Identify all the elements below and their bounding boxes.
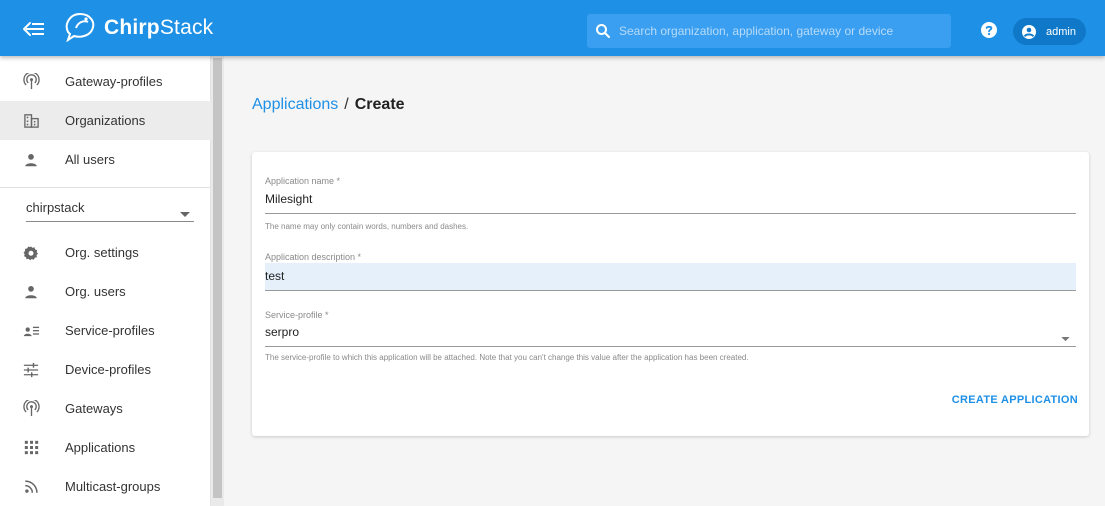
account-icon [22,151,40,169]
chevron-down-icon [180,205,190,217]
chirp-bird-icon [62,10,98,47]
sidebar-item-gateway-profiles[interactable]: Gateway-profiles [0,62,211,101]
domain-icon [22,112,40,130]
sidebar-item-label: Org. settings [65,245,139,260]
account-circle-icon [1021,24,1037,40]
chevron-down-icon [1061,331,1070,342]
sidebar-item-label: Multicast-groups [65,479,161,494]
menu-toggle-icon[interactable] [22,18,46,40]
service-profile-select-value: serpro [265,325,300,339]
top-app-bar: ChirpStack Search organization, applicat… [0,0,1105,56]
create-application-form: Application name * Milesight The name ma… [252,152,1089,436]
tune-icon [22,361,40,379]
sidebar-item-multicast-groups[interactable]: Multicast-groups [0,467,211,506]
sidebar-item-applications[interactable]: Applications [0,428,211,467]
service-profile-helper: The service-profile to which this applic… [265,353,749,362]
username-label: admin [1046,25,1076,38]
app-root: ChirpStack Search organization, applicat… [0,0,1105,506]
brand-bold: Chirp [104,16,160,39]
apps-icon [22,439,40,457]
sidebar-item-all-users[interactable]: All users [0,140,211,179]
service-profile-select[interactable]: serpro [265,319,1076,347]
application-name-helper: The name may only contain words, numbers… [265,222,469,231]
global-search[interactable] [587,14,951,48]
page-title: Create [354,96,405,113]
sidebar-item-gateways[interactable]: Gateways [0,389,211,428]
breadcrumb: Applications / Create [252,96,405,114]
sidebar-item-label: Service-profiles [65,323,155,338]
sidebar-item-label: All users [65,152,115,167]
sidebar-item-device-profiles[interactable]: Device-profiles [0,350,211,389]
sidebar-scrollbar-thumb[interactable] [213,58,222,498]
sidebar-item-label: Device-profiles [65,362,151,377]
sidebar-item-organizations[interactable]: Organizations [0,101,211,140]
sidebar: Gateway-profiles Organizations All users… [0,56,211,506]
create-application-button[interactable]: CREATE APPLICATION [938,388,1078,412]
breadcrumb-applications-link[interactable]: Applications [252,96,338,113]
brand-light: Stack [159,16,214,39]
radio-tower-icon [22,400,40,418]
search-icon [595,23,611,39]
application-description-label: Application description * [265,252,362,262]
application-name-input[interactable]: Milesight [265,186,1076,214]
sidebar-item-label: Organizations [65,113,146,128]
help-icon[interactable] [980,21,998,39]
rss-icon [22,478,40,496]
breadcrumb-separator: / [344,96,349,113]
search-input[interactable] [619,24,939,38]
application-description-input[interactable]: test [265,263,1076,291]
chirpstack-logo[interactable]: ChirpStack [62,10,213,46]
sidebar-item-org-users[interactable]: Org. users [0,272,211,311]
application-name-label: Application name * [265,176,341,186]
sidebar-item-label: Applications [65,440,136,455]
account-details-icon [22,322,40,340]
brand-name: ChirpStack [104,16,213,40]
sidebar-item-label: Org. users [65,284,126,299]
sidebar-item-org-settings[interactable]: Org. settings [0,233,211,272]
sidebar-item-service-profiles[interactable]: Service-profiles [0,311,211,350]
gear-icon [22,244,40,262]
organization-select-value: chirpstack [26,200,85,215]
organization-select[interactable]: chirpstack [26,192,194,222]
user-menu-button[interactable]: admin [1013,18,1086,45]
sidebar-item-label: Gateway-profiles [65,74,163,89]
account-icon [22,283,40,301]
radio-tower-icon [22,73,40,91]
sidebar-divider [0,187,211,188]
sidebar-item-label: Gateways [65,401,123,416]
